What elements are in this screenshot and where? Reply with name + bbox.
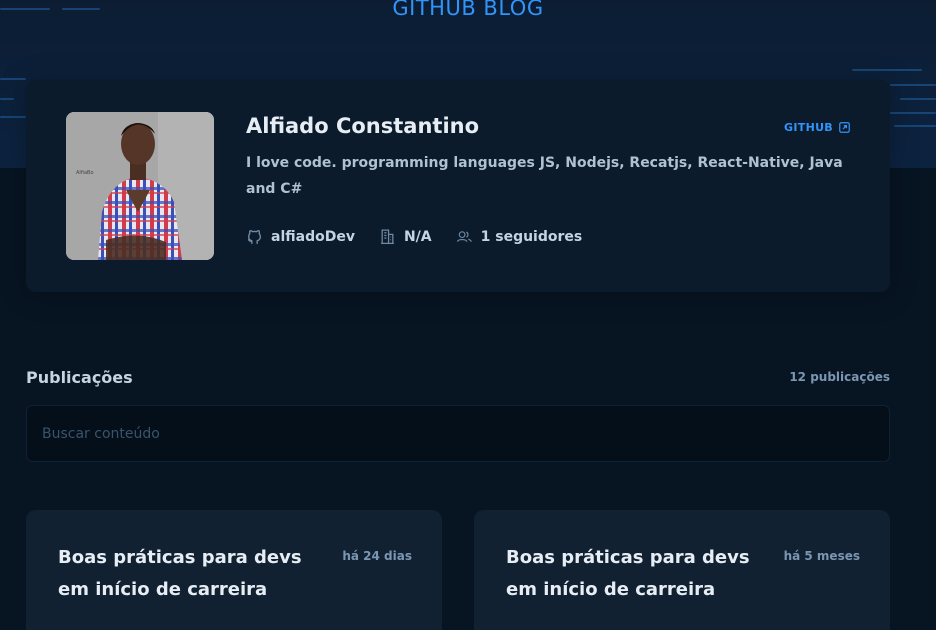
header-decoration bbox=[890, 84, 936, 86]
company-item: N/A bbox=[379, 228, 432, 245]
username-item: alfiadoDev bbox=[246, 228, 355, 245]
profile-bio: I love code. programming languages JS, N… bbox=[246, 155, 843, 197]
header-decoration bbox=[888, 112, 936, 114]
building-icon bbox=[381, 229, 394, 245]
post-title: Boas práticas para devs em início de car… bbox=[58, 547, 302, 600]
followers-count: 1 seguidores bbox=[480, 228, 583, 245]
github-link-label: GITHUB bbox=[784, 121, 833, 134]
avatar-photo: AlfiaBo bbox=[66, 112, 214, 260]
header-decoration bbox=[0, 98, 14, 100]
post-card[interactable]: Boas práticas para devs em início de car… bbox=[26, 510, 442, 630]
users-icon bbox=[456, 231, 472, 243]
github-icon bbox=[247, 230, 262, 245]
github-link[interactable]: GITHUB bbox=[784, 121, 850, 134]
header-decoration bbox=[852, 69, 922, 71]
publications-count: 12 publicações bbox=[789, 370, 890, 384]
search-input[interactable] bbox=[26, 405, 890, 462]
profile-name: Alfiado Constantino bbox=[246, 114, 480, 138]
post-title: Boas práticas para devs em início de car… bbox=[506, 547, 750, 600]
post-date: há 24 dias bbox=[342, 549, 412, 563]
header-decoration bbox=[0, 78, 26, 80]
brand-logo-text: GITHUB BLOG bbox=[392, 0, 544, 20]
header-decoration bbox=[0, 116, 26, 118]
post-card[interactable]: Boas práticas para devs em início de car… bbox=[474, 510, 890, 630]
company-name: N/A bbox=[403, 228, 432, 245]
github-username: alfiadoDev bbox=[271, 228, 355, 245]
external-link-icon bbox=[839, 122, 850, 133]
post-date: há 5 meses bbox=[783, 549, 860, 563]
header-decoration bbox=[900, 98, 936, 100]
followers-item: 1 seguidores bbox=[456, 228, 583, 245]
avatar: AlfiaBo bbox=[66, 112, 214, 260]
profile-card: AlfiaBo Alfiado Constantino GITHUB I lov… bbox=[26, 80, 890, 292]
header-decoration bbox=[894, 125, 936, 127]
publications-title: Publicações bbox=[26, 368, 133, 387]
svg-text:AlfiaBo: AlfiaBo bbox=[76, 170, 94, 176]
profile-meta: alfiadoDev N/A 1 seguidores bbox=[246, 228, 582, 245]
